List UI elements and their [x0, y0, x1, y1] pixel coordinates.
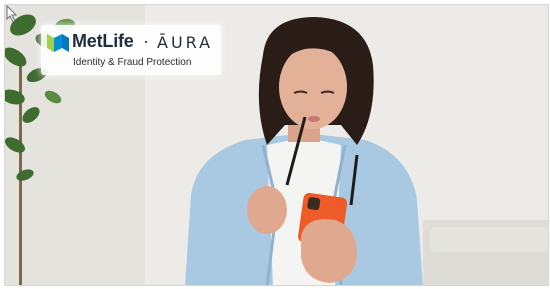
- metlife-wordmark: MetLife: [72, 31, 134, 51]
- brand-tagline: Identity & Fraud Protection: [73, 57, 192, 68]
- metlife-logo-icon: [47, 34, 69, 52]
- cursor-icon: [6, 5, 18, 23]
- brand-separator: ·: [143, 31, 149, 51]
- hero-banner[interactable]: MetLife · ĀURA Identity & Fraud Protecti…: [4, 4, 549, 286]
- brand-lockup[interactable]: MetLife · ĀURA Identity & Fraud Protecti…: [41, 25, 221, 75]
- aura-wordmark: ĀURA: [157, 33, 214, 52]
